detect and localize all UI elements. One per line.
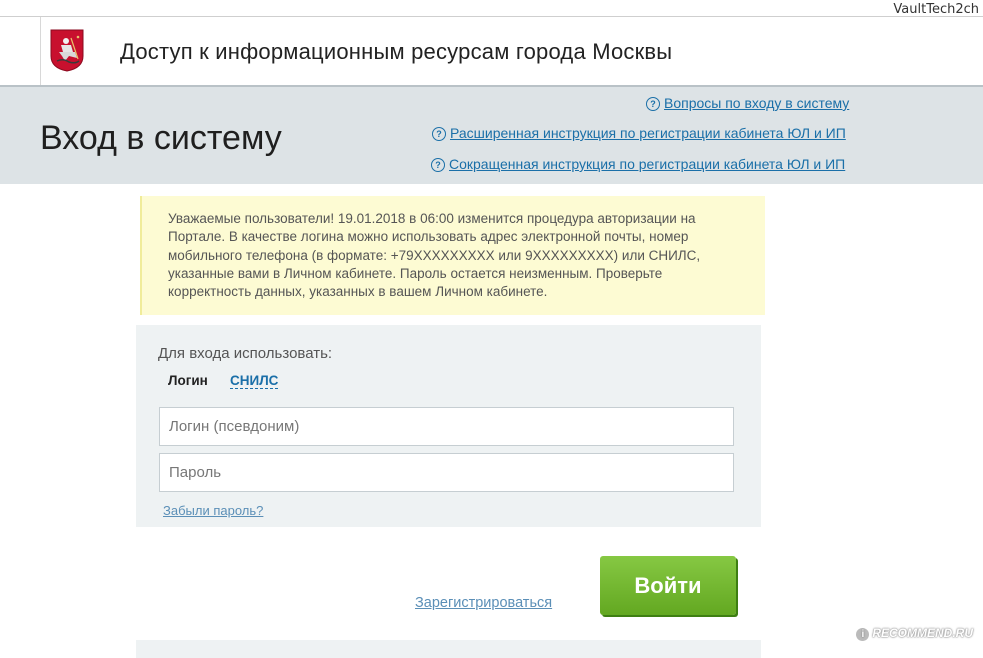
tab-snils[interactable]: СНИЛС [230,373,279,389]
login-input[interactable] [159,407,734,446]
short-instruction-link-label: Сокращенная инструкция по регистрации ка… [449,156,846,172]
login-help-link[interactable]: ? Вопросы по входу в систему [646,95,849,111]
watermark-bottom: i RECOMMEND.RU [856,626,973,641]
notice-box: Уважаемые пользователи! 19.01.2018 в 06:… [140,196,765,315]
short-instruction-link[interactable]: ? Сокращенная инструкция по регистрации к… [431,156,845,172]
login-help-link-label: Вопросы по входу в систему [664,95,850,111]
login-form-panel: Для входа использовать: Логин СНИЛС Забы… [136,325,761,527]
question-icon: ? [646,97,660,111]
watermark-bottom-label: RECOMMEND.RU [872,626,973,640]
info-icon: i [856,628,870,641]
watermark-top: VaultTech2ch [893,2,979,17]
bottom-strip [136,640,761,658]
forgot-password-link[interactable]: Забыли пароль? [163,503,263,518]
use-label: Для входа использовать: [158,345,333,362]
tab-login[interactable]: Логин [168,373,208,388]
extended-instruction-link[interactable]: ? Расширенная инструкция по регистрации к… [432,125,846,141]
question-icon: ? [431,158,445,172]
header-left-cell [0,17,41,85]
notice-text: Уважаемые пользователи! 19.01.2018 в 06:… [168,211,701,300]
site-title: Доступ к информационным ресурсам города … [120,39,673,64]
register-link[interactable]: Зарегистрироваться [415,595,552,611]
moscow-coat-of-arms-icon[interactable] [49,28,85,72]
title-band: Вход в систему ? Вопросы по входу в систе… [0,87,983,184]
login-button[interactable]: Войти [600,556,736,615]
site-header: Доступ к информационным ресурсам города … [0,17,983,87]
password-input[interactable] [159,453,734,492]
page-title: Вход в систему [40,119,282,157]
extended-instruction-link-label: Расширенная инструкция по регистрации ка… [450,125,846,141]
top-strip: VaultTech2ch [0,0,983,17]
question-icon: ? [432,127,446,141]
